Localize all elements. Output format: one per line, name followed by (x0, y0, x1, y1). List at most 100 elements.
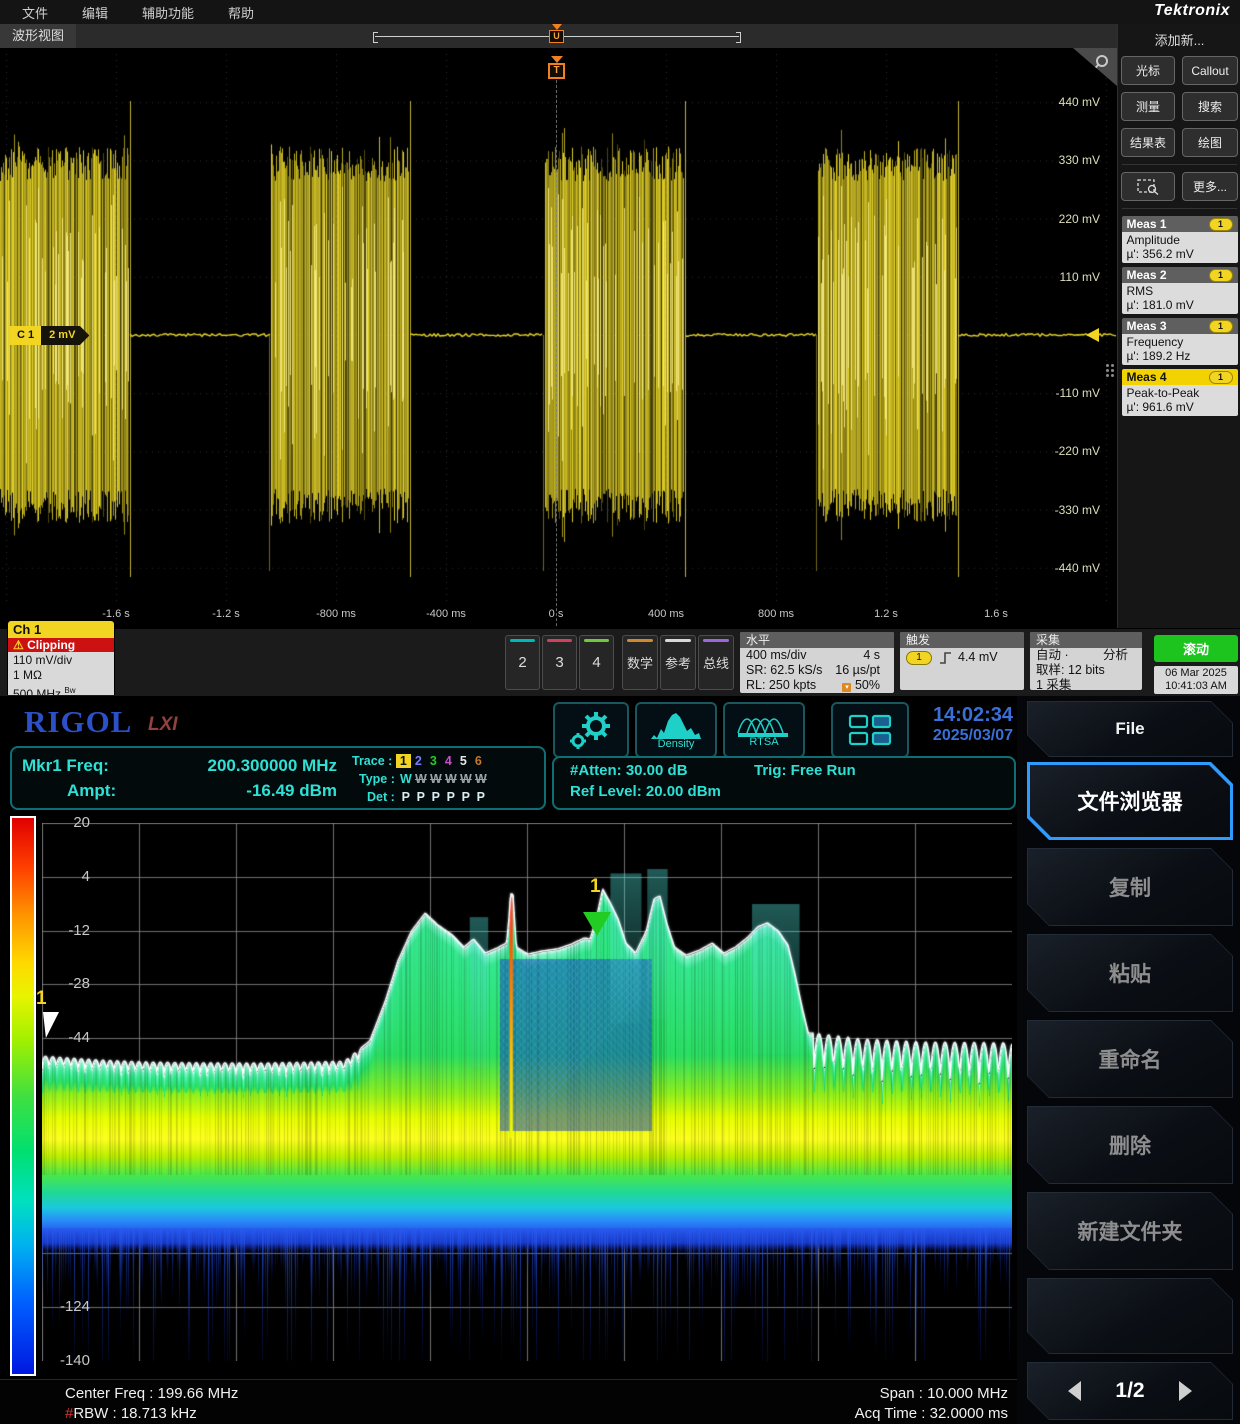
marker1-icon[interactable] (583, 912, 611, 936)
channel1-settings-badge[interactable]: Ch 1 ⚠ Clipping 110 mV/div 1 MΩ 500 MHz … (8, 621, 114, 704)
tab-waveform-view[interactable]: 波形视图 (0, 24, 76, 48)
acquisition-panel[interactable]: 采集 自动 ·分析 取样: 12 bits 1 采集 (1030, 632, 1142, 690)
meas-type: RMS (1127, 284, 1233, 298)
spectrum-y-label: 20 (40, 814, 90, 831)
math-button[interactable]: 数学 (622, 635, 658, 690)
scope-x-label: -1.2 s (194, 608, 258, 620)
scope-x-label: 400 ms (634, 608, 698, 620)
plot-button[interactable]: 绘图 (1182, 128, 1238, 157)
cursor-button[interactable]: 光标 (1121, 56, 1175, 85)
position-icon: ▾ (842, 683, 851, 692)
rigol-logo: RIGOL (24, 704, 132, 740)
horizontal-position-marker[interactable]: U (549, 24, 564, 43)
measurement-card-1[interactable]: Meas 11Amplitudeµ': 356.2 mV (1122, 216, 1238, 263)
search-button[interactable]: 搜索 (1182, 92, 1238, 121)
meas-type: Amplitude (1127, 233, 1233, 247)
page-prev-icon[interactable] (1068, 1381, 1081, 1401)
results-table-button[interactable]: 结果表 (1121, 128, 1175, 157)
rigol-app: RIGOL LXI Density (0, 695, 1240, 1424)
menu-delete[interactable]: 删除 (1027, 1106, 1233, 1184)
trace-type-row[interactable]: Type : WWWWWW (359, 772, 488, 786)
page-next-icon[interactable] (1179, 1381, 1192, 1401)
measure-button[interactable]: 测量 (1121, 92, 1175, 121)
add-new-label: 添加新... (1118, 30, 1240, 49)
spectrum-y-label: 4 (40, 868, 90, 885)
meas-value: µ': 181.0 mV (1127, 298, 1233, 312)
center-freq-readout: Center Freq : 199.66 MHz (65, 1385, 238, 1402)
spectrum-statusbar: Center Freq : 199.66 MHz #RBW : 18.713 k… (0, 1379, 1017, 1424)
trace-row[interactable]: Trace : 123456 (352, 754, 486, 768)
channel1-waveform-badge[interactable]: C 1 2 mV (10, 326, 89, 345)
meas-value: µ': 961.6 mV (1127, 400, 1233, 414)
meas-value: µ': 189.2 Hz (1127, 349, 1233, 363)
trace-det-row[interactable]: Det : PPPPPP (367, 790, 488, 804)
panel-drag-handle[interactable] (1106, 364, 1115, 377)
ch1-scale: 110 mV/div (13, 653, 109, 668)
tek-rightpanel: 添加新... 光标 Callout 测量 搜索 结果表 绘图 更多... Mea… (1117, 24, 1240, 628)
menu-utility[interactable]: 辅助功能 (142, 3, 194, 22)
meas-value: µ': 356.2 mV (1127, 247, 1233, 261)
scope-y-label: -440 mV (1040, 561, 1100, 575)
zoom-box-icon (1137, 179, 1159, 195)
rtsa-view-button[interactable]: RTSA (723, 702, 805, 758)
scope-y-label: 220 mV (1040, 212, 1100, 226)
trigger-panel[interactable]: 触发 1 4.4 mV (900, 632, 1024, 690)
menu-edit[interactable]: 编辑 (82, 3, 108, 22)
clock-display: 14:02:34 2025/03/07 (905, 704, 1013, 745)
rigol-menu: File 文件浏览器 复制 粘贴 重命名 删除 新建文件夹 1/2 (1017, 696, 1240, 1424)
channel2-button[interactable]: 2 (505, 635, 540, 690)
warning-icon: ⚠ (13, 638, 24, 652)
more-button[interactable]: 更多... (1182, 172, 1238, 201)
menu-file-browser[interactable]: 文件浏览器 (1027, 762, 1233, 840)
scope-y-label: 330 mV (1040, 153, 1100, 167)
rising-edge-icon (938, 651, 954, 665)
menu-header-file[interactable]: File (1027, 701, 1233, 757)
scope-y-label: 440 mV (1040, 95, 1100, 109)
marker1-number: 1 (590, 876, 601, 898)
measurement-card-2[interactable]: Meas 21RMSµ': 181.0 mV (1122, 267, 1238, 314)
scope-x-label: -1.6 s (84, 608, 148, 620)
ch1-impedance: 1 MΩ (13, 668, 109, 683)
menu-help[interactable]: 帮助 (228, 3, 254, 22)
settings-button[interactable] (553, 702, 629, 758)
scope-x-label: 1.2 s (854, 608, 918, 620)
spectrum-y-label: -12 (40, 922, 90, 939)
span-readout: Span : 10.000 MHz (708, 1385, 1008, 1402)
spectrum-y-label: -28 (40, 975, 90, 992)
horizontal-panel[interactable]: 水平 400 ms/div4 s SR: 62.5 kS/s16 µs/pt R… (740, 632, 894, 693)
spectrum-plot[interactable] (42, 823, 1012, 1361)
measurement-card-4[interactable]: Meas 41Peak-to-Peakµ': 961.6 mV (1122, 369, 1238, 416)
channel3-button[interactable]: 3 (542, 635, 577, 690)
bus-button[interactable]: 总线 (698, 635, 734, 690)
screen: 文件 编辑 辅助功能 帮助 Tektronix 波形视图 U T C 1 (0, 0, 1240, 1424)
layout-button[interactable] (831, 702, 909, 758)
trigger-arrow-icon (551, 56, 563, 63)
menu-copy[interactable]: 复制 (1027, 848, 1233, 926)
density-view-button[interactable]: Density (635, 702, 717, 758)
zoom-mode-button[interactable] (1121, 172, 1175, 201)
scope-x-label: 0 s (524, 608, 588, 620)
measurement-card-3[interactable]: Meas 31Frequencyµ': 189.2 Hz (1122, 318, 1238, 365)
lxi-badge: LXI (148, 714, 178, 736)
tek-menubar: 文件 编辑 辅助功能 帮助 Tektronix (0, 0, 1240, 24)
trigger-marker[interactable]: T (548, 56, 565, 79)
menu-blank (1027, 1278, 1233, 1354)
channel4-button[interactable]: 4 (579, 635, 614, 690)
waveform-display: T C 1 2 mV 440 mV330 mV220 mV110 mV-110 … (0, 48, 1117, 628)
scope-x-label: -400 ms (414, 608, 478, 620)
menu-file[interactable]: 文件 (22, 3, 48, 22)
marker-ampt-value: -16.49 dBm (202, 781, 337, 801)
callout-button[interactable]: Callout (1182, 56, 1238, 85)
menu-paste[interactable]: 粘贴 (1027, 934, 1233, 1012)
menu-rename[interactable]: 重命名 (1027, 1020, 1233, 1098)
menu-new-folder[interactable]: 新建文件夹 (1027, 1192, 1233, 1270)
scope-y-label: -330 mV (1040, 503, 1100, 517)
channel1-ground-arrow-icon[interactable] (1086, 328, 1099, 342)
waveform-plot[interactable] (0, 48, 1117, 628)
ref-button[interactable]: 参考 (660, 635, 696, 690)
roll-mode-button[interactable]: 滚动 (1154, 635, 1238, 662)
scope-x-label: 1.6 s (964, 608, 1028, 620)
scope-x-label: -800 ms (304, 608, 368, 620)
source-badge: 1 (1209, 218, 1233, 231)
atten-readout: #Atten: 30.00 dB (570, 762, 688, 779)
